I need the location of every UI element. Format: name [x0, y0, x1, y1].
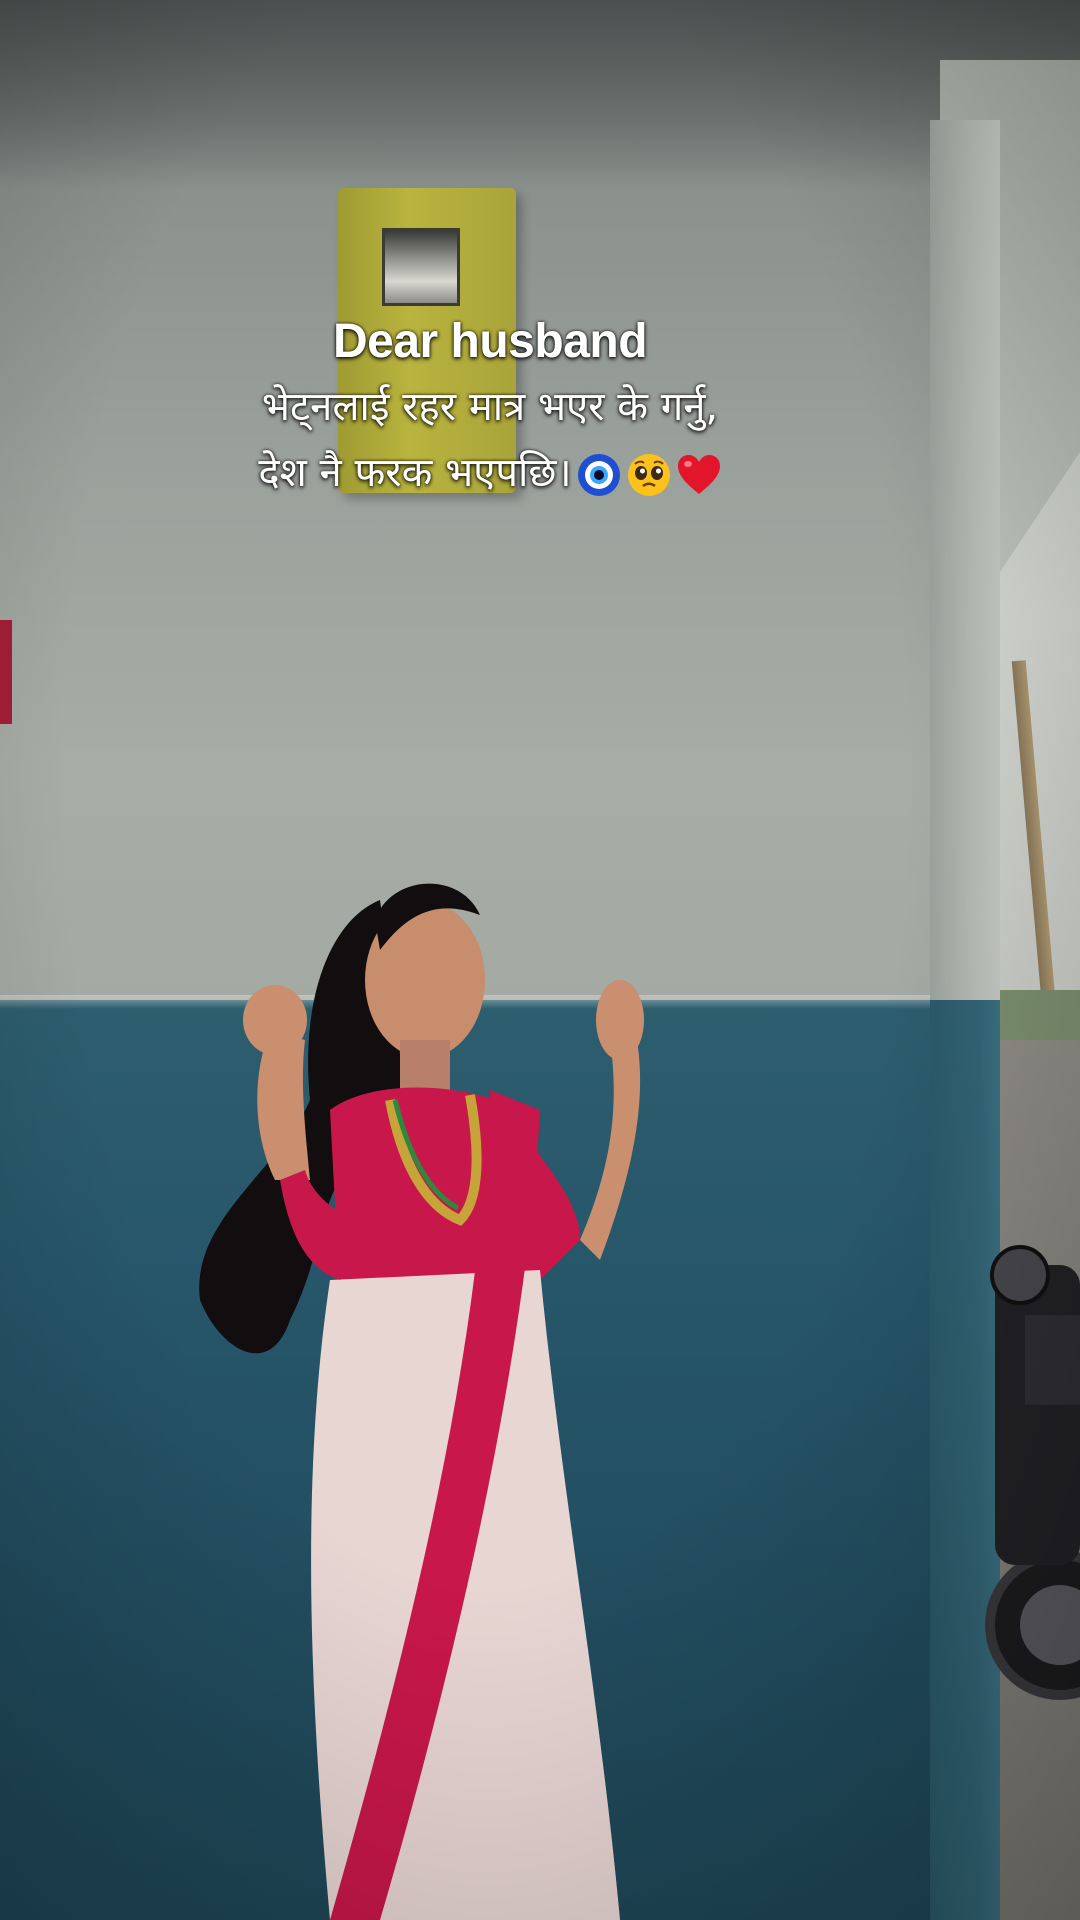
nazar-amulet-icon [577, 454, 620, 496]
red-heart-icon [677, 455, 720, 494]
caption-line-2-text: देश नै फरक भएपछि। [258, 450, 572, 496]
caption-line-1: भेट्नलाई रहर मात्र भएर के गर्नु, [261, 384, 719, 430]
video-screen[interactable]: Dear husband भेट्नलाई रहर मात्र भएर के ग… [0, 0, 1080, 1920]
caption-title: Dear husband [332, 315, 648, 368]
caption-line-2: देश नै फरक भएपछि। [90, 440, 890, 506]
vignette-overlay [0, 0, 1080, 1920]
video-caption: Dear husband भेट्नलाई रहर मात्र भएर के ग… [90, 310, 890, 506]
pleading-face-icon [627, 454, 670, 496]
video-frame [0, 0, 1080, 1920]
